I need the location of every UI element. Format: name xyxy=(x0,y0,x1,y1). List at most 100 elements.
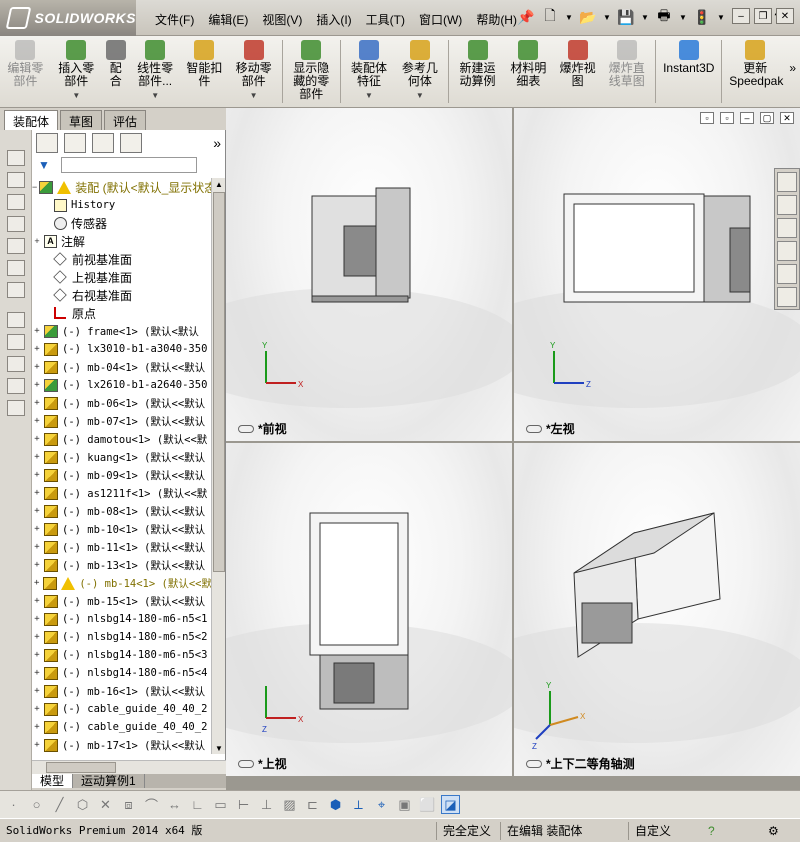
expand-icon[interactable]: + xyxy=(32,452,42,462)
link-viewport-icon[interactable]: ▫ xyxy=(720,112,734,124)
sketch-tool-icon[interactable] xyxy=(7,378,25,394)
dropdown-arrow-icon[interactable]: ▼ xyxy=(564,6,574,28)
tab-assembly[interactable]: 装配体 xyxy=(4,110,59,130)
sketch-tool-icon[interactable] xyxy=(7,400,25,416)
dropdown-arrow-icon[interactable]: ▼ xyxy=(151,89,159,102)
menu-item[interactable]: 窗口(W) xyxy=(412,10,469,29)
dropdown-arrow-icon[interactable]: ▼ xyxy=(250,89,258,102)
tree-item[interactable]: + (-) kuang<1> (默认<<默认 xyxy=(32,448,212,466)
point-icon[interactable]: · xyxy=(4,795,23,814)
open-folder-icon[interactable]: 📂 xyxy=(578,6,598,28)
tree-item[interactable]: + (-) mb-07<1> (默认<<默认 xyxy=(32,412,212,430)
scroll-thumb[interactable] xyxy=(46,762,116,773)
box-icon[interactable]: ▣ xyxy=(395,795,414,814)
line-icon[interactable]: ╱ xyxy=(50,795,69,814)
view-cube-icon[interactable] xyxy=(7,238,25,254)
tree-item[interactable]: + (-) mb-04<1> (默认<<默认 xyxy=(32,358,212,376)
viewport-isometric[interactable]: Y X Z *上下二等角轴测 xyxy=(514,443,800,776)
view-palette-icon[interactable] xyxy=(777,241,797,261)
command-bom[interactable]: 材料明细表 xyxy=(503,36,554,107)
3d-sketch-icon[interactable]: ⬢ xyxy=(326,795,345,814)
tree-item[interactable]: + (-) mb-11<1> (默认<<默认 xyxy=(32,538,212,556)
expand-icon[interactable]: + xyxy=(32,668,42,678)
menu-item[interactable]: 视图(V) xyxy=(255,10,309,29)
tree-item[interactable]: 传感器 xyxy=(32,214,212,232)
cube-outline-icon[interactable]: ⬜ xyxy=(418,795,437,814)
restore-viewport-icon[interactable]: ▫ xyxy=(700,112,714,124)
scroll-down-icon[interactable]: ▼ xyxy=(213,742,225,754)
tree-vertical-scrollbar[interactable]: ▲ ▼ xyxy=(211,178,225,754)
view-cube-icon[interactable] xyxy=(7,172,25,188)
view-cube-icon[interactable] xyxy=(7,194,25,210)
tree-item[interactable]: + (-) nlsbg14-180-m6-n5<2 xyxy=(32,628,212,646)
tree-item[interactable]: + (-) mb-15<1> (默认<<默认 xyxy=(32,592,212,610)
trim-icon[interactable]: ✕ xyxy=(96,795,115,814)
close-viewport-icon[interactable]: ✕ xyxy=(780,112,794,124)
menu-item[interactable]: 编辑(E) xyxy=(201,10,255,29)
tree-item[interactable]: + (-) mb-13<1> (默认<<默认 xyxy=(32,556,212,574)
command-move-component[interactable]: 移动零部件 ▼ xyxy=(228,36,279,107)
resources-home-icon[interactable] xyxy=(777,172,797,192)
expand-icon[interactable]: + xyxy=(32,686,42,696)
tree-item[interactable]: + (-) cable_guide_40_40_2 xyxy=(32,718,212,736)
expand-icon[interactable]: + xyxy=(32,470,42,480)
corner-icon[interactable]: ∟ xyxy=(188,795,207,814)
tree-item[interactable]: + (-) nlsbg14-180-m6-n5<3 xyxy=(32,646,212,664)
dropdown-arrow-icon[interactable]: ▼ xyxy=(640,6,650,28)
expand-icon[interactable]: + xyxy=(32,488,42,498)
display-manager-icon[interactable] xyxy=(120,133,142,153)
minimize-button[interactable]: – xyxy=(732,8,750,24)
expand-icon[interactable]: + xyxy=(32,560,42,570)
expand-icon[interactable]: + xyxy=(32,740,42,750)
link-views-icon[interactable] xyxy=(238,424,254,433)
save-icon[interactable]: 💾 xyxy=(616,6,636,28)
relation-icon[interactable]: ⊥ xyxy=(257,795,276,814)
smart-dimension-icon[interactable]: ⊢ xyxy=(234,795,253,814)
tree-item[interactable]: + (-) as1211f<1> (默认<<默 xyxy=(32,484,212,502)
polygon-icon[interactable]: ⬡ xyxy=(73,795,92,814)
expand-icon[interactable]: + xyxy=(32,542,42,552)
tree-item[interactable]: History xyxy=(32,196,212,214)
dropdown-arrow-icon[interactable]: ▼ xyxy=(602,6,612,28)
expand-icon[interactable]: + xyxy=(32,362,42,372)
viewport-front[interactable]: Y X *前视 xyxy=(226,108,512,441)
command-edit-component[interactable]: 编辑零部件 xyxy=(0,36,51,107)
scroll-up-icon[interactable]: ▲ xyxy=(213,178,225,190)
collapse-icon[interactable]: − xyxy=(32,182,37,192)
tree-root-assembly[interactable]: − 装配 (默认<默认_显示状态 xyxy=(32,178,212,196)
close-button[interactable]: ✕ xyxy=(776,8,794,24)
view-cube-icon[interactable] xyxy=(7,282,25,298)
expand-icon[interactable]: + xyxy=(32,650,42,660)
design-library-icon[interactable] xyxy=(777,195,797,215)
print-icon[interactable]: 🖶 xyxy=(654,6,674,28)
dropdown-arrow-icon[interactable]: ▼ xyxy=(365,89,373,102)
help-status[interactable]: ? xyxy=(702,822,762,840)
hatch-icon[interactable]: ▨ xyxy=(280,795,299,814)
tree-item[interactable]: + (-) lx3010-b1-a3040-350 xyxy=(32,340,212,358)
expand-icon[interactable]: + xyxy=(32,398,42,408)
link-views-icon[interactable] xyxy=(526,759,542,768)
tree-item[interactable]: + (-) cable_guide_40_40_2 xyxy=(32,700,212,718)
expand-icon[interactable]: + xyxy=(32,506,42,516)
more-commands-icon[interactable]: » xyxy=(785,36,800,107)
menu-item[interactable]: 工具(T) xyxy=(359,10,412,29)
minimize-viewport-icon[interactable]: – xyxy=(740,112,754,124)
tab-model[interactable]: 模型 xyxy=(32,774,74,788)
tree-item[interactable]: + (-) mb-16<1> (默认<<默认 xyxy=(32,682,212,700)
expand-icon[interactable]: + xyxy=(32,416,42,426)
filter-input[interactable] xyxy=(60,157,197,173)
menu-item[interactable]: 文件(F) xyxy=(148,10,201,29)
sketch-tool-icon[interactable] xyxy=(7,356,25,372)
expand-icon[interactable]: + xyxy=(32,524,42,534)
feature-manager-icon[interactable] xyxy=(36,133,58,153)
solidworks-logo[interactable]: SOLIDWORKS xyxy=(0,0,136,36)
help-icon[interactable]: ? xyxy=(708,824,715,838)
expand-icon[interactable]: + xyxy=(32,704,42,714)
tree-item[interactable]: + (-) mb-14<1> (默认<<默 xyxy=(32,574,212,592)
command-exploded-view[interactable]: 爆炸视图 xyxy=(554,36,602,107)
axis-icon[interactable]: ⟂ xyxy=(349,795,368,814)
restore-button[interactable]: ❐ xyxy=(754,8,772,24)
appearances-icon[interactable] xyxy=(777,264,797,284)
expand-icon[interactable]: + xyxy=(32,632,42,642)
sketch-tool-icon[interactable] xyxy=(7,312,25,328)
